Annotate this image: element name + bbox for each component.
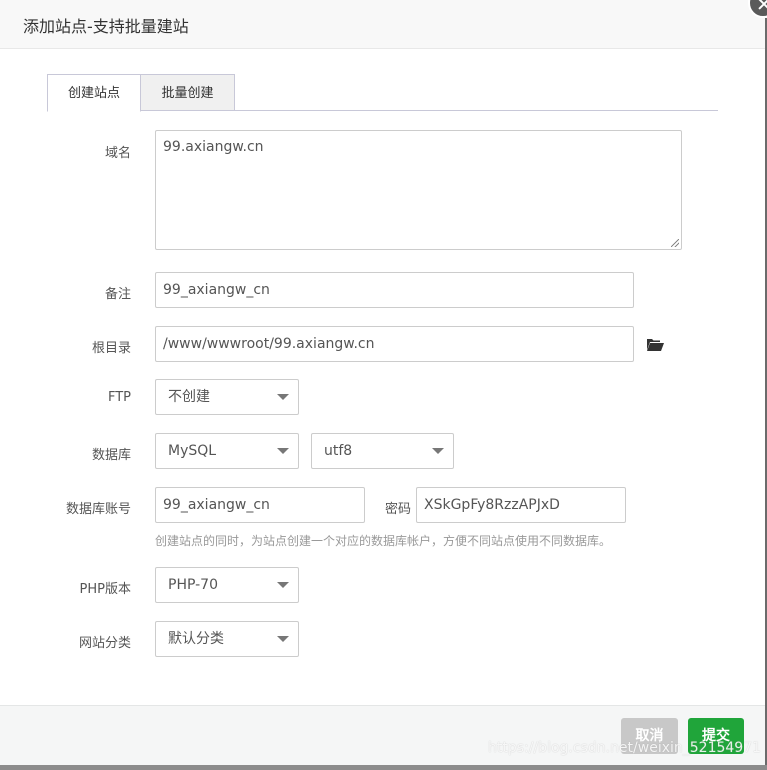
database-charset-selected: utf8	[324, 443, 353, 459]
database-type-selected: MySQL	[168, 443, 217, 459]
remark-input[interactable]: 99_axiangw_cn	[155, 272, 634, 308]
window-bottom-edge	[0, 765, 767, 770]
tab-bar: 创建站点 批量创建	[47, 74, 718, 112]
tab-create-site[interactable]: 创建站点	[47, 74, 141, 112]
php-version-selected: PHP-70	[168, 577, 218, 593]
db-account-label: 数据库账号	[65, 502, 131, 517]
category-selected: 默认分类	[168, 631, 224, 647]
ftp-label: FTP	[107, 390, 131, 405]
domain-label: 域名	[104, 146, 131, 161]
root-dir-label: 根目录	[91, 341, 131, 356]
database-type-select[interactable]: MySQL	[155, 433, 299, 469]
php-version-label: PHP版本	[79, 582, 131, 597]
dialog-title: 添加站点-支持批量建站	[23, 17, 189, 36]
dialog-header: 添加站点-支持批量建站	[0, 0, 767, 49]
database-label: 数据库	[91, 448, 131, 463]
watermark: https://blog.csdn.net/weixin_52154971	[488, 740, 762, 756]
domain-value: 99.axiangw.cn	[163, 139, 264, 155]
folder-open-icon[interactable]	[646, 338, 664, 352]
remark-label: 备注	[104, 287, 131, 302]
root-dir-input[interactable]: /www/wwwroot/99.axiangw.cn	[155, 326, 634, 362]
php-version-select[interactable]: PHP-70	[155, 567, 299, 603]
ftp-selected: 不创建	[168, 389, 210, 405]
resize-handle[interactable]	[671, 239, 679, 247]
chevron-down-icon	[277, 582, 289, 588]
domain-textarea[interactable]: 99.axiangw.cn	[155, 130, 682, 250]
category-select[interactable]: 默认分类	[155, 621, 299, 657]
chevron-down-icon	[277, 394, 289, 400]
db-password-input[interactable]: XSkGpFy8RzzAPJxD	[416, 487, 626, 523]
chevron-down-icon	[432, 448, 444, 454]
chevron-down-icon	[277, 636, 289, 642]
ftp-select[interactable]: 不创建	[155, 379, 299, 415]
database-charset-select[interactable]: utf8	[311, 433, 454, 469]
db-password-label: 密码	[384, 502, 411, 517]
chevron-down-icon	[277, 448, 289, 454]
db-account-hint: 创建站点的同时，为站点创建一个对应的数据库帐户，方便不同站点使用不同数据库。	[155, 534, 612, 548]
category-label: 网站分类	[78, 636, 131, 651]
tab-batch-create[interactable]: 批量创建	[141, 74, 235, 111]
